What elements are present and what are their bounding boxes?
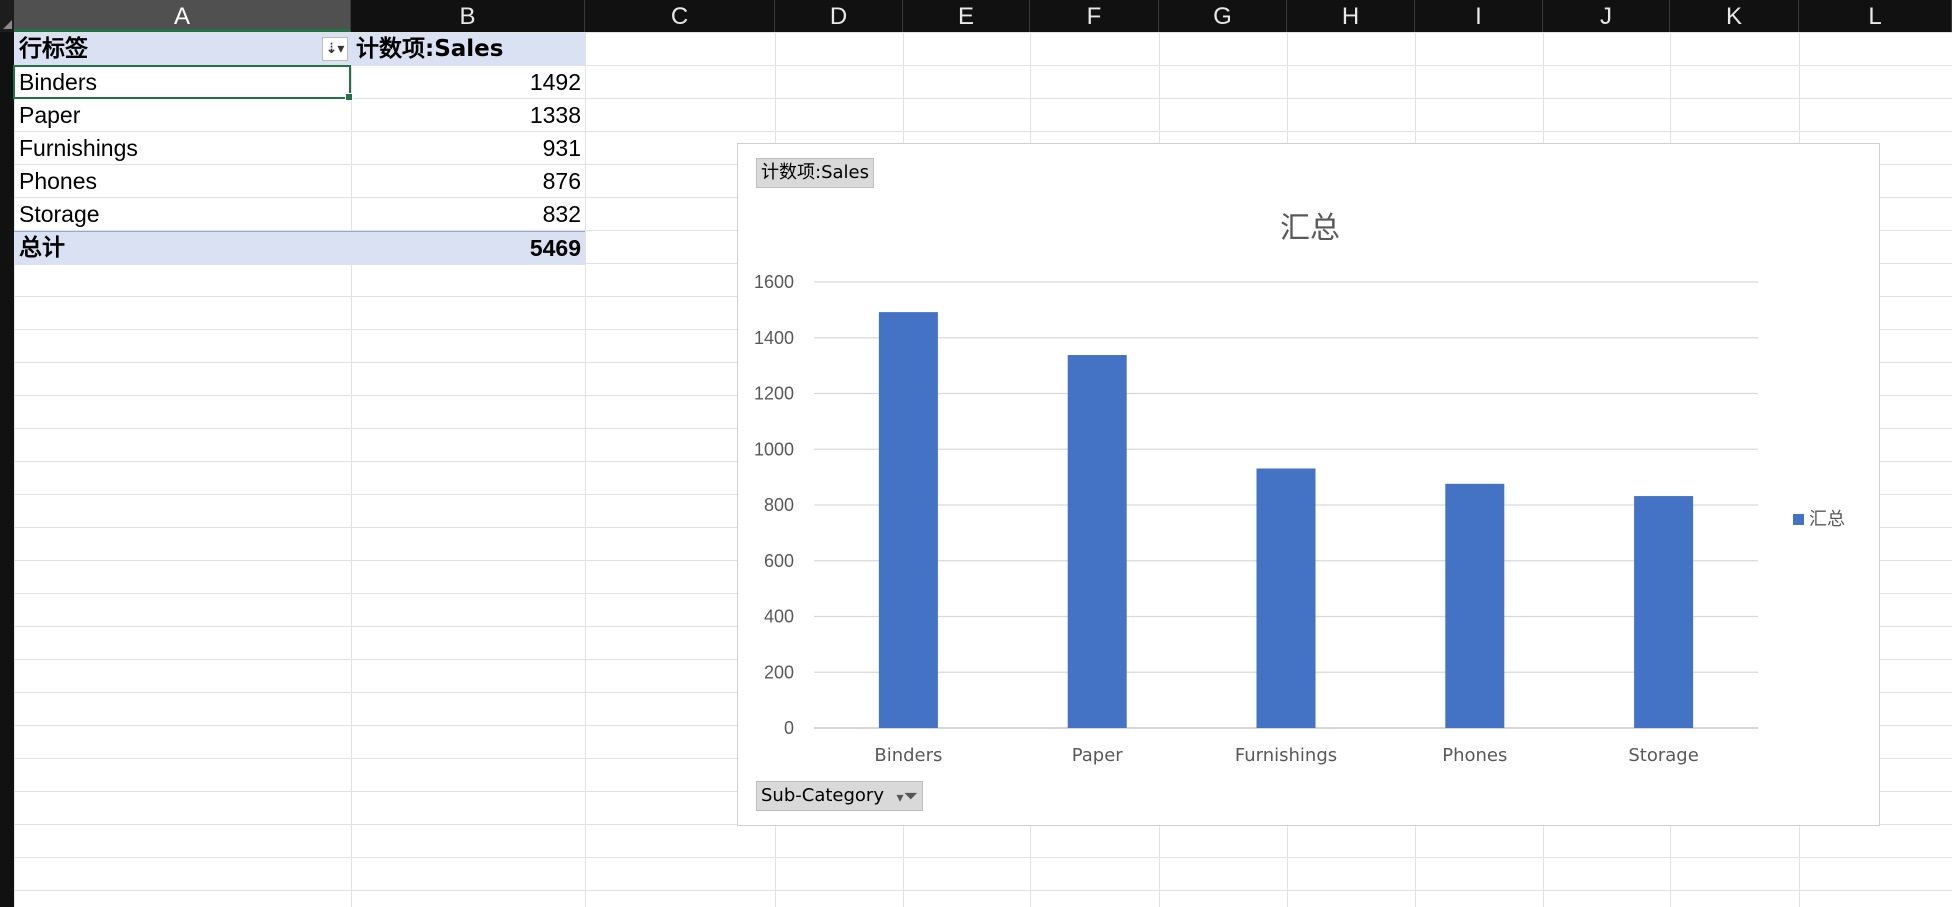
bar-furnishings: [1256, 468, 1316, 728]
x-tick-label: Storage: [1628, 745, 1698, 766]
pivot-row[interactable]: Phones 876: [14, 165, 585, 198]
y-tick-label: 0: [784, 718, 794, 738]
x-tick-label: Paper: [1072, 745, 1124, 766]
bar-phones: [1445, 483, 1505, 728]
column-header-f[interactable]: F: [1030, 0, 1159, 32]
pivot-row-value: 832: [542, 201, 581, 227]
row-header-strip[interactable]: [0, 32, 14, 907]
pivot-row[interactable]: Furnishings 931: [14, 132, 585, 165]
column-header-bar: ABCDEFGHIJKL: [0, 0, 1952, 32]
pivot-row-value: 931: [542, 135, 581, 161]
pivot-row-value: 876: [542, 168, 581, 194]
filter-sort-icon[interactable]: ⇣▾: [322, 37, 348, 61]
bar-binders: [878, 312, 938, 728]
x-tick-label: Binders: [874, 745, 942, 766]
chart-plot: 汇总 0 200 400 600 800 1000 1200 1400 1600 Binders Pa…: [754, 211, 1845, 766]
legend-label: 汇总: [1809, 509, 1845, 530]
pivot-row-value: 1338: [529, 102, 581, 128]
column-header-e[interactable]: E: [903, 0, 1030, 32]
pivot-row[interactable]: Storage 832: [14, 198, 585, 231]
y-tick-label: 800: [764, 495, 794, 515]
pivot-row-label-header[interactable]: 行标签: [19, 33, 88, 66]
active-cell-selection[interactable]: [13, 65, 353, 101]
y-tick-label: 1200: [754, 384, 794, 404]
pivot-header-row: 行标签 ⇣▾ 计数项:Sales: [14, 33, 585, 66]
column-header-g[interactable]: G: [1159, 0, 1287, 32]
y-tick-label: 1600: [754, 272, 794, 292]
select-all-corner[interactable]: [0, 0, 14, 32]
y-tick-label: 1400: [754, 328, 794, 348]
pivot-total-row[interactable]: 总计 5469: [14, 231, 585, 265]
column-header-c[interactable]: C: [585, 0, 775, 32]
pivot-row-label: Furnishings: [19, 135, 138, 161]
column-header-d[interactable]: D: [775, 0, 903, 32]
pivot-row[interactable]: Paper 1338: [14, 99, 585, 132]
y-tick-label: 600: [764, 551, 794, 571]
column-gridline: [585, 32, 586, 907]
column-header-a[interactable]: A: [14, 0, 351, 32]
chart-title: 汇总: [1280, 211, 1340, 246]
column-header-l[interactable]: L: [1799, 0, 1952, 32]
column-header-h[interactable]: H: [1287, 0, 1415, 32]
pivot-row-label: Phones: [19, 168, 98, 194]
pivot-value-header[interactable]: 计数项:Sales: [356, 33, 503, 66]
column-header-k[interactable]: K: [1670, 0, 1799, 32]
column-header-i[interactable]: I: [1415, 0, 1543, 32]
pivot-chart[interactable]: 计数项:Sales 汇总 0 200 400 600 800 1000 1200 1400 160…: [737, 143, 1880, 826]
pivot-row-value: 1492: [529, 69, 581, 95]
bar-storage: [1634, 496, 1694, 728]
pivot-row-label: Paper: [19, 102, 81, 128]
y-tick-label: 200: [764, 662, 794, 682]
pivot-total-label: 总计: [19, 235, 65, 261]
y-tick-label: 1000: [754, 439, 794, 459]
axis-field-button[interactable]: Sub-Category ▾⏷: [756, 781, 923, 811]
y-tick-label: 400: [764, 607, 794, 627]
column-header-j[interactable]: J: [1543, 0, 1670, 32]
bar-paper: [1067, 355, 1127, 728]
x-tick-label: Phones: [1442, 745, 1507, 766]
column-header-b[interactable]: B: [351, 0, 585, 32]
x-tick-label: Furnishings: [1235, 745, 1337, 766]
funnel-icon[interactable]: ▾⏷: [897, 783, 918, 812]
pivot-row-label: Storage: [19, 201, 100, 227]
axis-field-label: Sub-Category: [761, 785, 884, 806]
pivot-total-value: 5469: [529, 235, 581, 261]
legend-swatch: [1793, 514, 1804, 525]
